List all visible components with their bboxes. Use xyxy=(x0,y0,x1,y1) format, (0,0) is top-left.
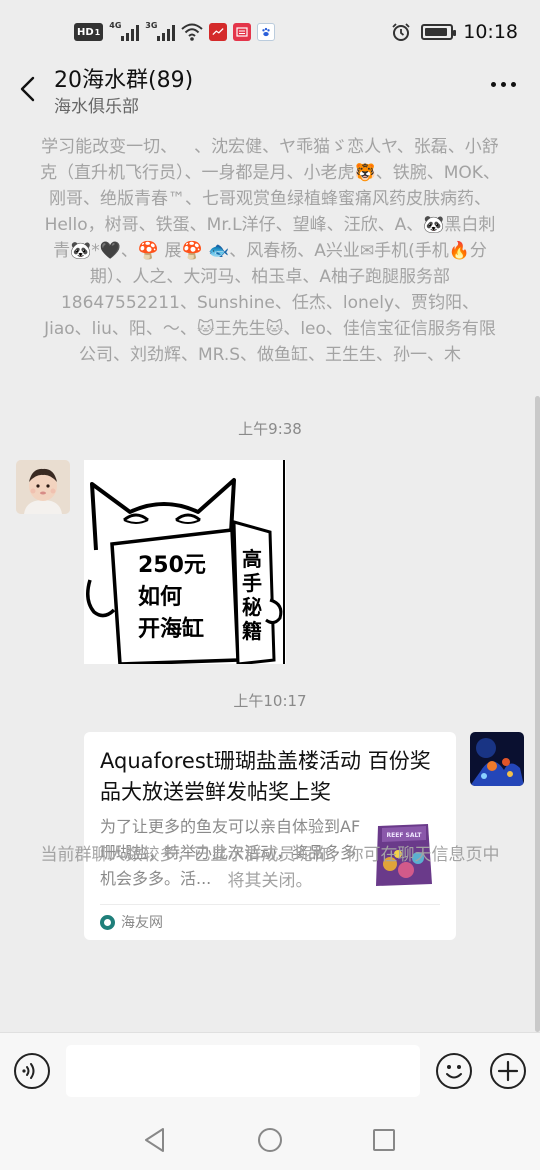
group-member-list-notice: 学习能改变一切、 、沈宏健、ヤ乖猫ゞ恋人ヤ、张磊、小舒克（直升机飞行员）、一身都… xyxy=(40,137,500,365)
baidu-app-icon xyxy=(257,23,276,41)
nav-back-icon[interactable] xyxy=(142,1126,168,1154)
input-bar xyxy=(0,1032,540,1110)
more-options-icon[interactable] xyxy=(491,82,516,87)
timestamp: 上午9:38 xyxy=(238,420,302,438)
nav-home-icon[interactable] xyxy=(257,1127,283,1153)
alarm-icon xyxy=(392,23,410,41)
chat-header: 20海水群(89) 海水俱乐部 xyxy=(0,56,540,120)
plus-icon[interactable] xyxy=(490,1053,526,1089)
emoji-icon[interactable] xyxy=(436,1053,472,1089)
chat-title: 20海水群(89) xyxy=(54,68,194,93)
svg-text:REEF SALT: REEF SALT xyxy=(387,832,423,839)
link-card[interactable]: Aquaforest珊瑚盐盖楼活动 百份奖品大放送尝鲜发帖奖上奖 为了让更多的鱼… xyxy=(84,732,456,940)
battery-icon xyxy=(421,24,457,40)
chat-area[interactable]: 学习能改变一切、 、沈宏健、ヤ乖猫ゞ恋人ヤ、张磊、小舒克（直升机飞行员）、一身都… xyxy=(0,120,540,1032)
link-card-source-name: 海友网 xyxy=(121,915,163,931)
sticker-text-line3: 开海缸 xyxy=(138,616,204,642)
sticker-image[interactable]: 250元 如何 开海缸 高 手 秘 籍 xyxy=(84,460,286,664)
svg-text:手: 手 xyxy=(242,571,262,595)
chat-subtitle: 海水俱乐部 xyxy=(54,97,139,117)
status-right: 10:18 xyxy=(391,20,518,44)
message-input[interactable] xyxy=(66,1045,420,1097)
link-card-source: 海友网 xyxy=(100,912,163,932)
group-chat-notice: 当前群聊人数较多，已显示群成员昵称，你可在聊天信息页中将其关闭。 xyxy=(40,845,500,891)
status-bar: HD 1 4G 3G 10:18 xyxy=(0,0,540,62)
signal-icon-1: 4G xyxy=(109,21,140,41)
svg-text:高: 高 xyxy=(242,547,262,571)
source-logo-icon xyxy=(100,914,115,930)
nav-recents-icon[interactable] xyxy=(372,1128,396,1152)
sticker-text-line2: 如何 xyxy=(138,584,182,610)
sticker-text-line1: 250元 xyxy=(138,553,206,578)
system-nav-bar xyxy=(0,1110,540,1170)
news-app-icon xyxy=(233,23,252,41)
timestamp: 上午10:17 xyxy=(233,692,307,710)
link-card-divider xyxy=(100,904,440,905)
clock: 10:18 xyxy=(463,21,518,43)
link-card-title: Aquaforest珊瑚盐盖楼活动 百份奖品大放送尝鲜发帖奖上奖 xyxy=(100,749,431,804)
wifi-icon xyxy=(181,23,203,41)
svg-text:籍: 籍 xyxy=(242,619,262,643)
voice-input-icon[interactable] xyxy=(14,1053,50,1089)
hd-badge: HD 1 xyxy=(74,23,104,41)
avatar[interactable] xyxy=(16,460,70,514)
chat-scrollbar[interactable] xyxy=(535,396,540,1032)
signal-icon-2: 3G xyxy=(145,21,176,41)
stock-app-icon xyxy=(209,23,228,41)
back-arrow-icon[interactable] xyxy=(14,72,44,106)
status-left: HD 1 4G 3G xyxy=(74,20,276,44)
svg-text:秘: 秘 xyxy=(242,595,262,619)
avatar[interactable] xyxy=(470,732,524,786)
